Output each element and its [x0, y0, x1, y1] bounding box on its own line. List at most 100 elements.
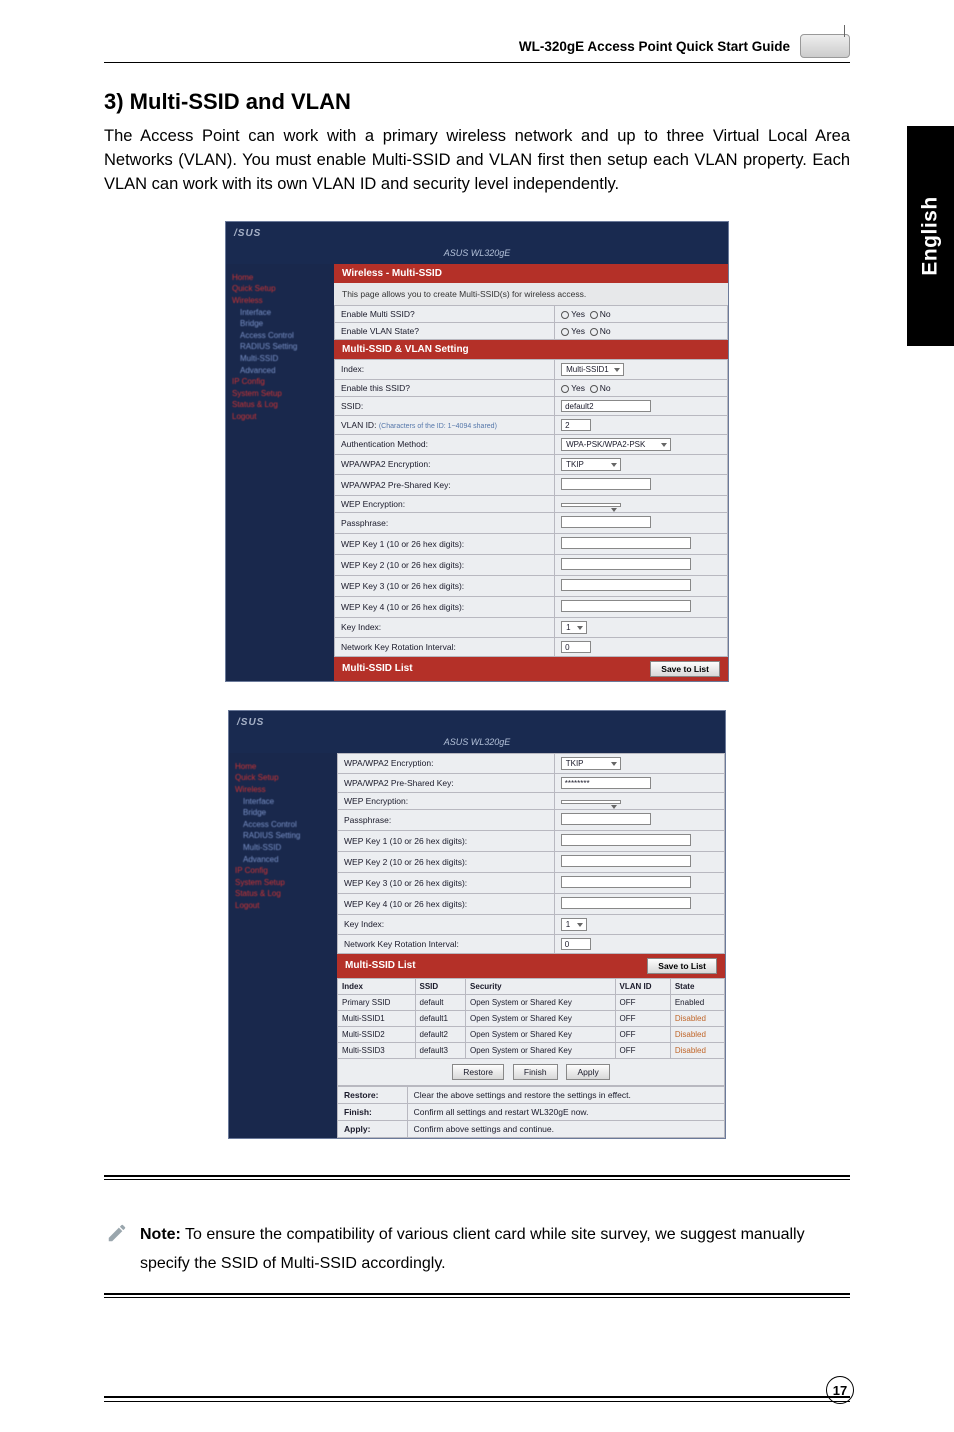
text-input[interactable]: default2 [561, 400, 651, 412]
nav-item[interactable]: Advanced [232, 365, 328, 377]
section-heading: 3) Multi-SSID and VLAN [104, 89, 850, 115]
radio[interactable] [590, 311, 598, 319]
text-input[interactable] [561, 478, 651, 490]
save-button[interactable]: Save to List [650, 661, 720, 677]
section-band: Wireless - Multi-SSID [334, 264, 728, 283]
row-label: WPA/WPA2 Pre-Shared Key: [335, 474, 555, 495]
nav-item[interactable]: IP Config [235, 865, 331, 877]
nav-item[interactable]: Bridge [235, 807, 331, 819]
language-tab: English [907, 126, 954, 346]
row-label: Key Index: [338, 914, 555, 934]
nav-item[interactable]: IP Config [232, 376, 328, 388]
select[interactable]: 1 [561, 918, 587, 931]
select[interactable]: 1 [561, 621, 587, 634]
row-label: SSID: [335, 396, 555, 415]
text-input[interactable] [561, 897, 691, 909]
col-header: VLAN ID [615, 978, 670, 994]
row-label: WPA/WPA2 Encryption: [338, 753, 555, 773]
select[interactable]: TKIP [561, 458, 621, 471]
text-input[interactable] [561, 876, 691, 888]
text-input[interactable]: 0 [561, 938, 591, 950]
row-label: Key Index: [335, 617, 555, 637]
nav-item[interactable]: Bridge [232, 318, 328, 330]
text-input[interactable] [561, 813, 651, 825]
text-input[interactable]: ******** [561, 777, 651, 789]
row-label: Enable this SSID? [335, 379, 555, 396]
select[interactable] [561, 800, 621, 804]
nav-sidebar: Home Quick Setup Wireless Interface Brid… [226, 264, 334, 681]
col-header: Security [466, 978, 616, 994]
language-tab-label: English [919, 196, 943, 275]
nav-item[interactable]: System Setup [232, 388, 328, 400]
nav-item[interactable]: Multi-SSID [232, 353, 328, 365]
radio[interactable] [561, 385, 569, 393]
doc-title: WL-320gE Access Point Quick Start Guide [519, 39, 790, 54]
apply-button[interactable]: Apply [566, 1064, 609, 1080]
table-row: Primary SSIDdefaultOpen System or Shared… [338, 994, 725, 1010]
text-input[interactable] [561, 537, 691, 549]
nav-item[interactable]: Interface [235, 796, 331, 808]
save-button[interactable]: Save to List [647, 958, 717, 974]
text-input[interactable]: 0 [561, 641, 591, 653]
text-input[interactable] [561, 855, 691, 867]
text-input[interactable] [561, 516, 651, 528]
nav-item[interactable]: RADIUS Setting [235, 830, 331, 842]
section-intro: The Access Point can work with a primary… [104, 125, 850, 197]
action-label: Finish: [338, 1103, 408, 1120]
col-header: Index [338, 978, 416, 994]
finish-button[interactable]: Finish [513, 1064, 558, 1080]
text-input[interactable] [561, 558, 691, 570]
row-label: WEP Encryption: [335, 495, 555, 512]
nav-item[interactable]: Status & Log [232, 399, 328, 411]
nav-item[interactable]: System Setup [235, 877, 331, 889]
brand-logo: /SUS [237, 717, 264, 728]
nav-item[interactable]: Wireless [232, 295, 328, 307]
nav-item[interactable]: Interface [232, 307, 328, 319]
row-label: Authentication Method: [335, 434, 555, 454]
col-header: SSID [415, 978, 466, 994]
nav-item[interactable]: Logout [235, 900, 331, 912]
nav-item[interactable]: Access Control [235, 819, 331, 831]
row-label: WEP Key 4 (10 or 26 hex digits): [338, 893, 555, 914]
radio[interactable] [590, 385, 598, 393]
select[interactable] [561, 503, 621, 507]
nav-item[interactable]: Quick Setup [235, 772, 331, 784]
brand-logo: /SUS [234, 228, 261, 239]
text-input[interactable] [561, 579, 691, 591]
radio[interactable] [590, 328, 598, 336]
nav-item[interactable]: Home [235, 761, 331, 773]
page-footer: 17 [104, 1396, 850, 1402]
text-input[interactable]: 2 [561, 419, 591, 431]
select[interactable]: Multi-SSID1 [561, 363, 624, 376]
row-label: WEP Encryption: [338, 792, 555, 809]
text-input[interactable] [561, 834, 691, 846]
action-text: Confirm above settings and continue. [407, 1120, 724, 1137]
section-desc: This page allows you to create Multi-SSI… [334, 283, 728, 305]
row-label: WEP Key 2 (10 or 26 hex digits): [338, 851, 555, 872]
action-text: Confirm all settings and restart WL320gE… [407, 1103, 724, 1120]
action-label: Restore: [338, 1086, 408, 1103]
nav-sidebar: Home Quick Setup Wireless Interface Brid… [229, 753, 337, 1138]
nav-item[interactable]: Multi-SSID [235, 842, 331, 854]
nav-item[interactable]: Advanced [235, 854, 331, 866]
note-text: To ensure the compatibility of various c… [140, 1226, 805, 1273]
nav-item[interactable]: Home [232, 272, 328, 284]
pencil-icon [106, 1222, 128, 1244]
page-number: 17 [826, 1376, 854, 1404]
nav-item[interactable]: Quick Setup [232, 283, 328, 295]
nav-item[interactable]: Status & Log [235, 888, 331, 900]
restore-button[interactable]: Restore [452, 1064, 504, 1080]
select[interactable]: TKIP [561, 757, 621, 770]
text-input[interactable] [561, 600, 691, 612]
nav-item[interactable]: Logout [232, 411, 328, 423]
nav-item[interactable]: Wireless [235, 784, 331, 796]
radio[interactable] [561, 311, 569, 319]
row-label: WPA/WPA2 Encryption: [335, 454, 555, 474]
nav-item[interactable]: Access Control [232, 330, 328, 342]
select[interactable]: WPA-PSK/WPA2-PSK [561, 438, 671, 451]
row-label: Enable VLAN State? [335, 322, 555, 339]
row-label: Passphrase: [335, 512, 555, 533]
nav-item[interactable]: RADIUS Setting [232, 341, 328, 353]
radio[interactable] [561, 328, 569, 336]
table-row: Multi-SSID2default2Open System or Shared… [338, 1026, 725, 1042]
